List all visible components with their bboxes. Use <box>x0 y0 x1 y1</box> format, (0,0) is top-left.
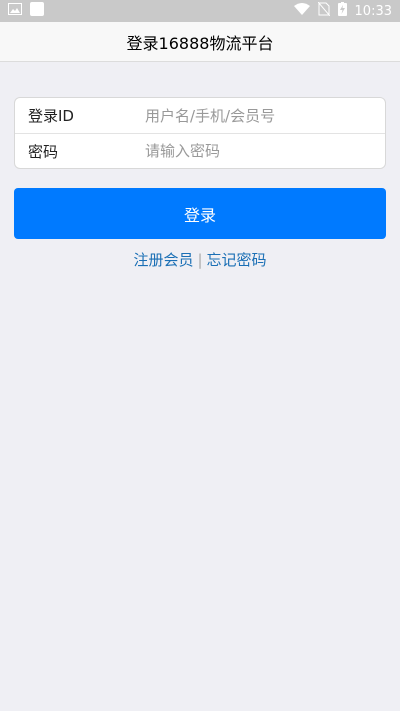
register-link[interactable]: 注册会员 <box>133 251 193 269</box>
no-sim-icon <box>317 1 330 20</box>
status-time: 10:33 <box>354 3 392 19</box>
nav-bar: 登录16888物流平台 <box>0 22 400 62</box>
image-icon <box>8 3 22 19</box>
password-input[interactable] <box>145 142 372 160</box>
square-icon <box>30 2 44 20</box>
status-bar: 10:33 <box>0 0 400 22</box>
password-row: 密码 <box>15 133 385 168</box>
footer-links: 注册会员 | 忘记密码 <box>0 249 400 270</box>
login-id-label: 登录ID <box>28 107 74 125</box>
login-button[interactable]: 登录 <box>14 188 386 239</box>
link-separator: | <box>197 251 203 269</box>
login-id-row: 登录ID <box>15 98 385 133</box>
login-form: 登录ID 密码 <box>14 97 386 169</box>
page-title: 登录16888物流平台 <box>126 33 274 53</box>
wifi-icon <box>293 3 310 19</box>
battery-charging-icon <box>337 2 347 20</box>
forgot-password-link[interactable]: 忘记密码 <box>207 251 267 269</box>
password-label: 密码 <box>28 142 59 161</box>
login-id-input[interactable] <box>145 106 372 125</box>
